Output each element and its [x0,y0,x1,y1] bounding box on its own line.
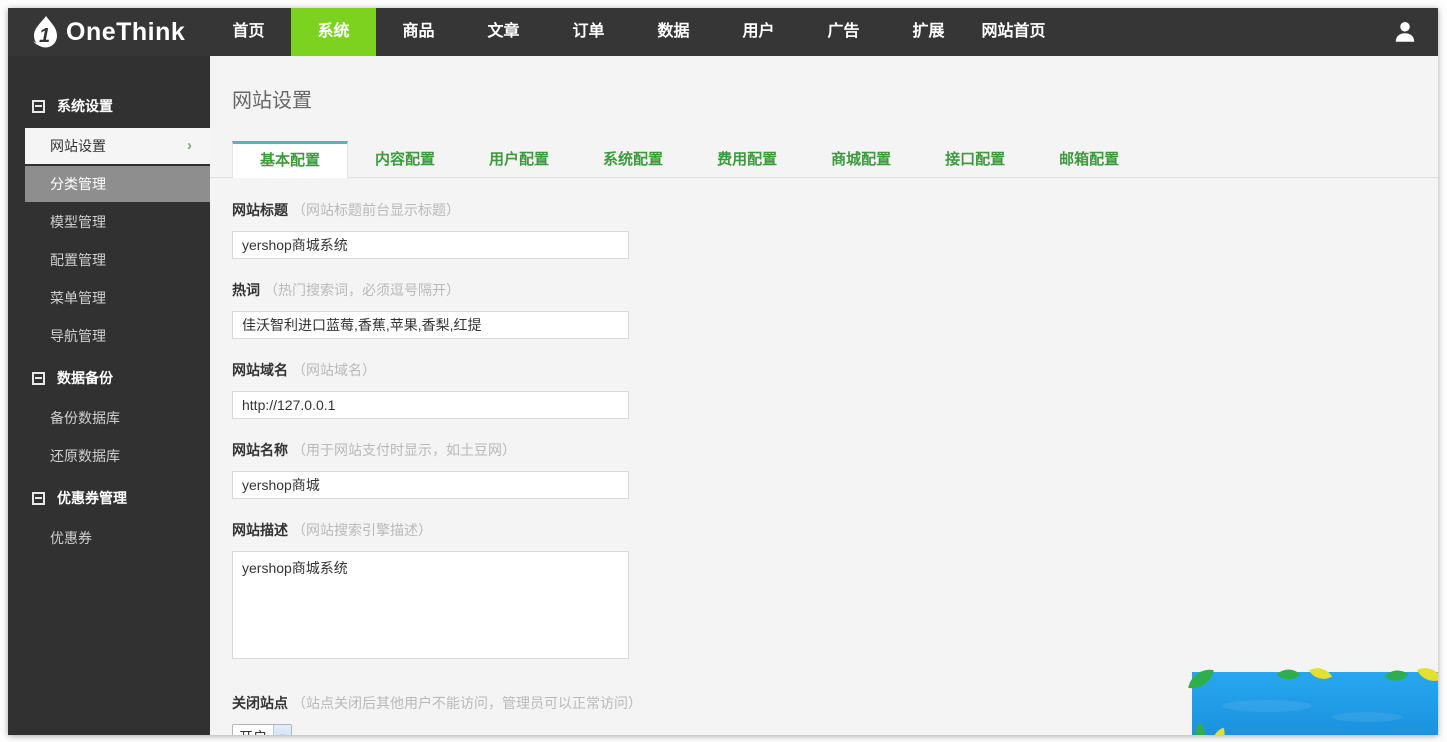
sidebar-section-label: 优惠券管理 [57,488,127,508]
nav-item-4[interactable]: 订单 [546,8,631,56]
cloud-decoration [1222,700,1312,712]
sidebar-item-label: 还原数据库 [50,448,120,464]
chevron-right-icon: › [187,128,192,164]
sidebar-item-label: 导航管理 [50,328,106,344]
nav-item-3[interactable]: 文章 [461,8,546,56]
form-field-site-title: 网站标题（网站标题前台显示标题） [232,200,1438,259]
sidebar-item-label: 配置管理 [50,252,106,268]
field-label: 网站描述 [232,522,288,538]
field-hint: （网站搜索引擎描述） [292,522,432,538]
chevron-down-icon: ▼ [273,725,291,735]
settings-form: 网站标题（网站标题前台显示标题） 热词（热门搜索词，必须逗号隔开） 网站域名（网站域… [210,178,1438,735]
sidebar-item-label: 模型管理 [50,214,106,230]
promo-banner[interactable] [1192,672,1438,735]
main-nav: 首页系统商品文章订单数据用户广告扩展网站首页 [206,8,1056,56]
tab-1[interactable]: 内容配置 [348,141,462,178]
form-field-site-description: 网站描述（网站搜索引擎描述） [232,520,1438,664]
field-label-row: 网站域名（网站域名） [232,360,1438,380]
onethink-logo-icon: 1 [30,15,60,49]
field-label: 热词 [232,282,260,298]
nav-item-9[interactable]: 网站首页 [971,8,1056,56]
svg-text:1: 1 [39,25,50,47]
tab-4[interactable]: 费用配置 [690,141,804,178]
sidebar-item-label: 菜单管理 [50,290,106,306]
hot-words-input[interactable] [232,311,629,339]
sidebar-item[interactable]: 备份数据库 [25,400,210,436]
site-description-textarea[interactable] [232,551,629,659]
field-label-row: 网站名称（用于网站支付时显示，如土豆网） [232,440,1438,460]
form-field-hot-words: 热词（热门搜索词，必须逗号隔开） [232,280,1438,339]
top-navbar: 1 OneThink 首页系统商品文章订单数据用户广告扩展网站首页 [8,8,1438,56]
app-window: 1 OneThink 首页系统商品文章订单数据用户广告扩展网站首页 系统设置网站… [8,8,1438,735]
sidebar-item[interactable]: 导航管理 [25,318,210,354]
form-field-site-name: 网站名称（用于网站支付时显示，如土豆网） [232,440,1438,499]
sidebar-item[interactable]: 配置管理 [25,242,210,278]
tab-5[interactable]: 商城配置 [804,141,918,178]
sidebar-item[interactable]: 网站设置 › [25,128,210,164]
nav-item-2[interactable]: 商品 [376,8,461,56]
collapse-icon[interactable] [32,372,45,385]
sidebar-item[interactable]: 模型管理 [25,204,210,240]
sidebar-item[interactable]: 菜单管理 [25,280,210,316]
leaf-icon [1208,728,1230,735]
sidebar-item-label: 分类管理 [50,176,106,192]
close-site-select[interactable]: 开启▼ [232,724,292,735]
sidebar-section-title[interactable]: 优惠券管理 [8,478,210,518]
logo-text: OneThink [66,18,185,47]
field-hint: （网站域名） [292,362,376,378]
nav-item-8[interactable]: 扩展 [886,8,971,56]
site-domain-input[interactable] [232,391,629,419]
field-label-row: 热词（热门搜索词，必须逗号隔开） [232,280,1438,300]
field-label-row: 网站描述（网站搜索引擎描述） [232,520,1438,540]
tab-bar: 基本配置内容配置用户配置系统配置费用配置商城配置接口配置邮箱配置 [210,141,1438,178]
sidebar-item[interactable]: 优惠券 [25,520,210,556]
field-label: 网站域名 [232,362,288,378]
user-menu-button[interactable] [1392,8,1418,56]
tab-0[interactable]: 基本配置 [232,141,348,178]
sidebar-section-title[interactable]: 系统设置 [8,86,210,126]
sidebar-item-label: 优惠券 [50,530,92,546]
tab-6[interactable]: 接口配置 [918,141,1032,178]
field-label: 网站名称 [232,442,288,458]
field-label-row: 网站标题（网站标题前台显示标题） [232,200,1438,220]
sidebar-item-label: 备份数据库 [50,410,120,426]
leaf-icon [1189,723,1213,735]
site-title-input[interactable] [232,231,629,259]
sidebar-section-label: 系统设置 [57,96,113,116]
logo[interactable]: 1 OneThink [8,8,206,56]
nav-item-6[interactable]: 用户 [716,8,801,56]
field-label: 网站标题 [232,202,288,218]
tab-7[interactable]: 邮箱配置 [1032,141,1146,178]
collapse-icon[interactable] [32,492,45,505]
page-title: 网站设置 [232,84,1438,113]
sidebar-item[interactable]: 分类管理 [25,166,210,202]
sidebar-section: 数据备份备份数据库还原数据库 [8,358,210,474]
tab-3[interactable]: 系统配置 [576,141,690,178]
nav-item-0[interactable]: 首页 [206,8,291,56]
field-hint: （站点关闭后其他用户不能访问，管理员可以正常访问） [292,695,642,711]
layout: 系统设置网站设置›分类管理模型管理配置管理菜单管理导航管理数据备份备份数据库还原… [8,56,1438,735]
sidebar-section-label: 数据备份 [57,368,113,388]
tab-2[interactable]: 用户配置 [462,141,576,178]
form-field-site-domain: 网站域名（网站域名） [232,360,1438,419]
site-name-input[interactable] [232,471,629,499]
nav-item-1[interactable]: 系统 [291,8,376,56]
select-value: 开启 [233,725,273,735]
main-content: 网站设置 基本配置内容配置用户配置系统配置费用配置商城配置接口配置邮箱配置 网站… [210,56,1438,735]
sidebar-item[interactable]: 还原数据库 [25,438,210,474]
sidebar-section: 优惠券管理优惠券 [8,478,210,556]
field-label: 关闭站点 [232,695,288,711]
sidebar-section: 系统设置网站设置 › 分类管理模型管理配置管理菜单管理导航管理 [8,86,210,354]
collapse-icon[interactable] [32,100,45,113]
sidebar-section-title[interactable]: 数据备份 [8,358,210,398]
cloud-decoration [1332,712,1402,722]
field-hint: （用于网站支付时显示，如土豆网） [292,442,516,458]
sidebar-item-label: 网站设置 [50,138,106,154]
nav-item-7[interactable]: 广告 [801,8,886,56]
user-icon [1392,19,1418,45]
field-hint: （热门搜索词，必须逗号隔开） [264,282,460,298]
sidebar: 系统设置网站设置 › 分类管理模型管理配置管理菜单管理导航管理数据备份备份数据库还原… [8,56,210,735]
nav-item-5[interactable]: 数据 [631,8,716,56]
field-hint: （网站标题前台显示标题） [292,202,460,218]
